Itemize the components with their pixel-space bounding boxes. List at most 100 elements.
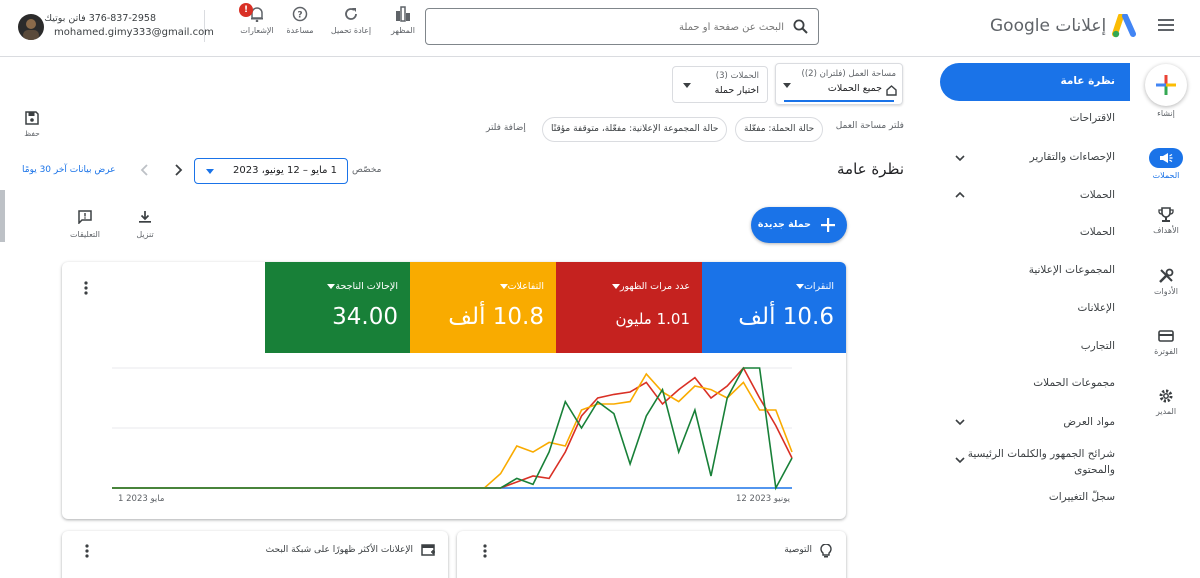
sidebar-item-change-history[interactable]: سجلّ التغييرات: [945, 483, 1130, 511]
rail-admin[interactable]: المدير: [1143, 388, 1189, 416]
rail-campaigns[interactable]: الحملات: [1143, 148, 1189, 180]
sidebar-item-assets[interactable]: مواد العرض: [945, 408, 1130, 436]
recommendation-card: التوصية: [457, 531, 846, 578]
product-name: إعلانات Google: [990, 16, 1107, 36]
lightbulb-icon: [820, 544, 832, 558]
date-range-value: 1 مايو – 12 يونيو، 2023: [233, 165, 337, 176]
workspace-label: مساحة العمل (فلتران (2)): [801, 69, 896, 79]
search-input[interactable]: [434, 16, 784, 38]
refresh-icon: [345, 8, 357, 20]
rail-tools[interactable]: الأدوات: [1143, 268, 1189, 296]
comments-button[interactable]: التعليقات: [64, 210, 106, 239]
sidebar-item-ad-groups[interactable]: المجموعات الإعلانية: [945, 256, 1130, 284]
help-button[interactable]: ? مساعدة: [277, 6, 323, 35]
campaign-select-value: اختيار حملة: [714, 85, 759, 96]
account-name: 376-837-2958 فاتن بوتيك: [44, 13, 156, 24]
sidebar-item-ads[interactable]: الإعلانات: [945, 294, 1130, 322]
campaigns-count-label: الحملات (3): [715, 71, 759, 81]
save-button[interactable]: حفظ: [22, 111, 42, 138]
metric-clicks[interactable]: النقرات 10.6 ألف: [702, 262, 846, 353]
sidebar-item-campaign-groups[interactable]: مجموعات الحملات: [945, 369, 1130, 397]
notification-badge: !: [239, 3, 253, 17]
workspace-value: جميع الحملات: [827, 83, 882, 94]
dropdown-arrow-icon: [783, 83, 791, 88]
sidebar-item-experiments[interactable]: التجارب: [945, 332, 1130, 360]
date-range-picker[interactable]: 1 مايو – 12 يونيو، 2023: [194, 158, 348, 184]
x-start-label: 1 مايو 2023: [118, 494, 165, 504]
billing-icon: [1158, 330, 1174, 342]
rail-goals[interactable]: الأهداف: [1143, 207, 1189, 235]
metric-conversions-label: الإحالات الناجحة: [321, 281, 398, 292]
download-icon: [139, 211, 151, 223]
show-last-30-link[interactable]: عرض بيانات آخر 30 يومًا: [22, 165, 116, 175]
x-end-label: 12 يونيو 2023: [736, 494, 790, 504]
performance-chart: [112, 366, 793, 491]
top-bar: إعلانات Google المظهر إعادة تحميل ? مساع…: [0, 0, 1200, 57]
chevron-up-icon[interactable]: [954, 189, 966, 201]
chevron-down-icon[interactable]: [954, 152, 966, 164]
page-title: نظرة عامة: [837, 160, 904, 178]
more-vert-icon[interactable]: [482, 543, 488, 559]
refresh-button[interactable]: إعادة تحميل: [328, 6, 374, 35]
help-label: مساعدة: [286, 26, 314, 35]
home-icon: [886, 85, 897, 96]
account-email: mohamed.gimy333@gmail.com: [54, 27, 214, 38]
goals-icon: [1158, 207, 1174, 222]
metric-conversions[interactable]: الإحالات الناجحة 34.00: [265, 262, 410, 353]
sidebar-item-insights-reports[interactable]: الإحصاءات والتقارير: [945, 143, 1130, 171]
scrollbar-thumb[interactable]: [0, 190, 5, 242]
rail-billing-label: الفوترة: [1154, 347, 1178, 356]
metric-impressions[interactable]: عدد مرات الظهور 1.01 مليون: [556, 262, 702, 353]
rail-tools-label: الأدوات: [1154, 287, 1178, 296]
create-button[interactable]: [1145, 64, 1187, 106]
workspace-selector[interactable]: مساحة العمل (فلتران (2)) جميع الحملات: [775, 63, 903, 105]
svg-text:?: ?: [297, 11, 302, 21]
avatar[interactable]: [18, 14, 44, 40]
campaign-selector[interactable]: الحملات (3) اختيار حملة: [672, 66, 768, 103]
sidebar-item-recommendations[interactable]: الاقتراحات: [945, 104, 1130, 132]
rail-billing[interactable]: الفوترة: [1143, 328, 1189, 356]
search-box[interactable]: [425, 8, 819, 45]
metric-impressions-label: عدد مرات الظهور: [606, 281, 690, 292]
tools-icon: [1159, 268, 1174, 283]
admin-icon: [1159, 389, 1173, 403]
filter-label: فلتر مساحة العمل: [835, 121, 904, 131]
notifications-label: الإشعارات: [240, 26, 274, 35]
more-vert-icon[interactable]: [83, 280, 89, 296]
top-search-ads-title: الإعلانات الأكثر ظهورًا على شبكة البحث: [265, 545, 413, 555]
save-label: حفظ: [24, 129, 40, 138]
search-icon[interactable]: [793, 19, 808, 34]
new-campaign-label: حملة جديدة: [757, 219, 811, 230]
top-search-ads-card: الإعلانات الأكثر ظهورًا على شبكة البحث: [62, 531, 448, 578]
dropdown-arrow-icon: [206, 169, 214, 174]
metric-conversions-value: 34.00: [332, 304, 398, 330]
campaigns-icon: [1149, 148, 1183, 168]
download-button[interactable]: تنزيل: [130, 210, 160, 239]
new-campaign-button[interactable]: حملة جديدة: [751, 207, 847, 243]
sidebar-item-overview[interactable]: نظرة عامة: [945, 67, 1130, 95]
more-vert-icon[interactable]: [84, 543, 90, 559]
sidebar-item-campaigns[interactable]: الحملات: [945, 218, 1130, 246]
filter-chip-adgroup-status[interactable]: حالة المجموعة الإعلانية: مفعّلة، متوقفة …: [542, 117, 728, 142]
plus-icon: [1156, 75, 1176, 95]
metric-interactions[interactable]: التفاعلات 10.8 ألف: [410, 262, 556, 353]
date-custom-label: مخصّص: [352, 165, 382, 175]
recommendation-title: التوصية: [784, 545, 812, 555]
workspace-underline: [784, 100, 894, 102]
filter-chip-campaign-status[interactable]: حالة الحملة: مفعّلة: [735, 117, 824, 142]
plus-icon: [821, 218, 835, 232]
chevron-down-icon[interactable]: [954, 454, 966, 466]
rail-goals-label: الأهداف: [1153, 226, 1179, 235]
google-ads-logo-icon: [1112, 14, 1138, 38]
metric-impressions-value: 1.01 مليون: [615, 310, 690, 328]
chevron-down-icon[interactable]: [954, 416, 966, 428]
menu-icon[interactable]: [1158, 18, 1174, 32]
add-filter-link[interactable]: إضافة فلتر: [486, 123, 526, 133]
chevron-right-icon[interactable]: [171, 163, 185, 177]
chevron-left-icon[interactable]: [138, 163, 152, 177]
metric-interactions-value: 10.8 ألف: [448, 304, 544, 330]
ad-preview-icon: [421, 544, 435, 556]
sidebar-item-campaigns-group[interactable]: الحملات: [945, 181, 1130, 209]
appearance-button[interactable]: المظهر: [380, 6, 426, 35]
sidebar-item-audiences[interactable]: شرائح الجمهور والكلمات الرئيسية والمحتوى: [960, 444, 1130, 480]
